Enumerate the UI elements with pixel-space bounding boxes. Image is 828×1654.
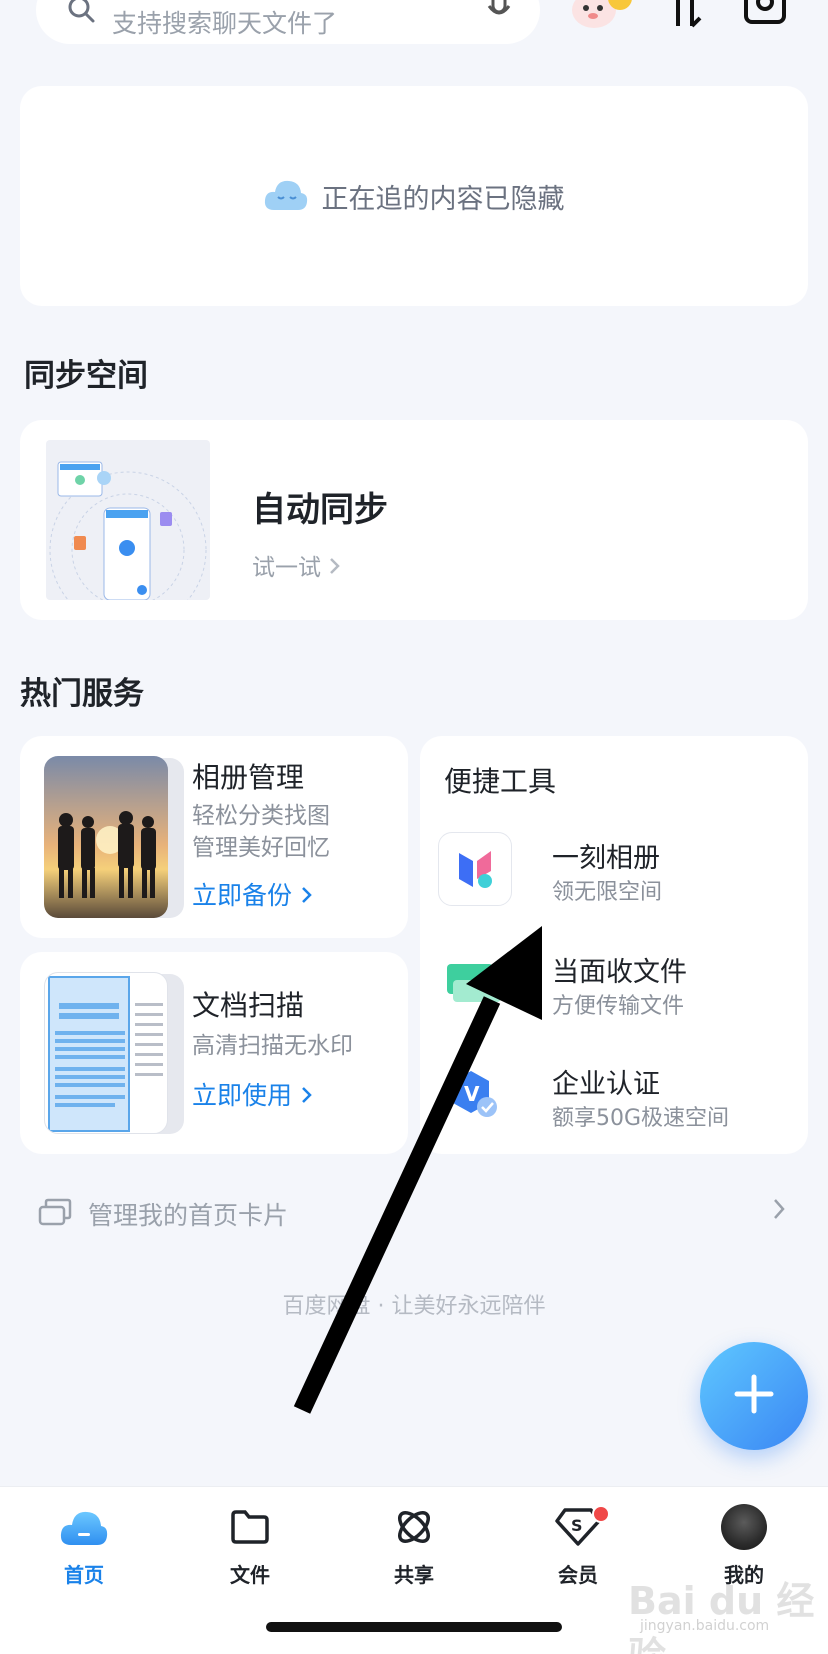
search-bar[interactable]: 支持搜索聊天文件了 [36, 0, 540, 44]
slogan: 百度网盘 · 让美好永远陪伴 [282, 1294, 546, 1319]
use-now-link[interactable]: 立即使用 [192, 1076, 312, 1112]
sync-section-title: 同步空间 [24, 358, 148, 394]
tool-name: 当面收文件 [552, 957, 687, 988]
add-button[interactable] [700, 1342, 808, 1450]
sleeping-cloud-icon [264, 176, 308, 216]
backup-now-label: 立即备份 [192, 881, 293, 910]
tab-label: 共享 [394, 1563, 434, 1587]
watermark-logo: Bai du 经验 [628, 1579, 815, 1654]
microphone-icon[interactable] [486, 0, 512, 30]
auto-sync-card[interactable]: 自动同步 试一试 [20, 420, 808, 620]
album-desc-line1: 轻松分类找图 [192, 803, 330, 829]
svg-text:S: S [571, 1516, 583, 1535]
notification-badge [592, 1505, 610, 1523]
doc-scan-card[interactable]: 文档扫描 高清扫描无水印 立即使用 [20, 952, 408, 1154]
tool-desc: 领无限空间 [552, 880, 663, 905]
chevron-right-icon [300, 881, 312, 910]
convenient-tools-card: 便捷工具 一刻相册 领无限空间 当面收文件 方便传输文件 V 企业认证 额享50… [420, 736, 808, 1154]
cards-stack-icon [38, 1198, 72, 1230]
tab-share[interactable]: 共享 [354, 1499, 474, 1599]
doc-scan-thumbnail [44, 972, 168, 1134]
tab-label: 会员 [558, 1563, 598, 1587]
home-cloud-icon [60, 1499, 108, 1555]
plus-icon [734, 1374, 774, 1418]
search-icon [66, 0, 96, 28]
share-orbit-icon [393, 1499, 435, 1555]
auto-sync-title: 自动同步 [252, 490, 388, 530]
receive-file-icon [438, 946, 512, 1020]
hidden-content-text: 正在追的内容已隐藏 [321, 183, 565, 215]
backup-now-link[interactable]: 立即备份 [192, 876, 312, 912]
hidden-content-card[interactable]: 正在追的内容已隐藏 [20, 86, 808, 306]
tool-name: 企业认证 [552, 1069, 660, 1100]
manage-cards-text: 管理我的首页卡片 [88, 1201, 289, 1230]
album-photo [44, 756, 168, 918]
enterprise-verify-icon: V [438, 1058, 512, 1132]
try-link-label: 试一试 [252, 555, 321, 581]
tab-vip[interactable]: S 会员 [518, 1499, 638, 1599]
tab-label: 文件 [230, 1563, 270, 1587]
album-manage-card[interactable]: 相册管理 轻松分类找图 管理美好回忆 立即备份 [20, 736, 408, 938]
album-desc-line2: 管理美好回忆 [192, 835, 330, 861]
tool-desc: 方便传输文件 [552, 994, 685, 1019]
camera-icon[interactable] [744, 0, 786, 30]
tab-files[interactable]: 文件 [190, 1499, 310, 1599]
tab-label: 首页 [64, 1563, 104, 1587]
home-indicator [266, 1622, 562, 1632]
mascot-icon[interactable] [566, 0, 636, 34]
folder-icon [230, 1499, 270, 1555]
manage-home-cards[interactable]: 管理我的首页卡片 [38, 1188, 790, 1238]
sync-illustration [46, 440, 210, 600]
chevron-right-icon [328, 555, 341, 581]
doc-scan-title: 文档扫描 [192, 989, 305, 1022]
tab-home[interactable]: 首页 [24, 1499, 144, 1599]
tool-desc: 额享50G极速空间 [552, 1106, 730, 1131]
avatar [721, 1504, 767, 1550]
tool-name: 一刻相册 [552, 843, 660, 874]
use-now-label: 立即使用 [192, 1081, 293, 1110]
watermark-url: jingyan.baidu.com [640, 1618, 770, 1634]
search-placeholder: 支持搜索聊天文件了 [112, 9, 338, 38]
try-link[interactable]: 试一试 [252, 548, 341, 582]
tool-item-receive-file[interactable]: 当面收文件 方便传输文件 [438, 946, 798, 1026]
tool-item-enterprise-verify[interactable]: V 企业认证 额享50G极速空间 [438, 1058, 798, 1138]
chevron-right-icon [300, 1081, 312, 1110]
album-manage-title: 相册管理 [192, 761, 305, 794]
chevron-right-icon [772, 1198, 786, 1224]
hot-services-title: 热门服务 [20, 676, 144, 712]
transfer-icon[interactable] [668, 0, 702, 32]
tool-item-yike-album[interactable]: 一刻相册 领无限空间 [438, 832, 798, 912]
svg-text:V: V [464, 1082, 480, 1106]
tools-title: 便捷工具 [444, 765, 557, 798]
yike-album-icon [438, 832, 512, 906]
doc-scan-desc: 高清扫描无水印 [192, 1033, 353, 1059]
